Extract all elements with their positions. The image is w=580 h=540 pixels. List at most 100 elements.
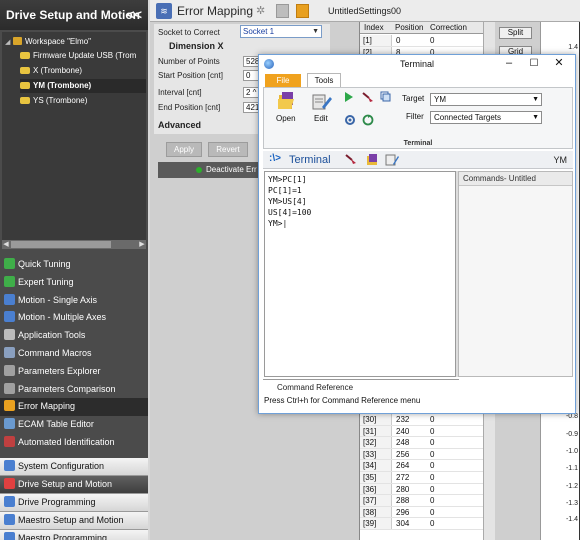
table-cell-correction[interactable]: 0 bbox=[428, 472, 482, 483]
table-row[interactable]: [35] 272 0 bbox=[360, 472, 484, 484]
column-header-position[interactable]: Position bbox=[395, 23, 423, 32]
table-cell-correction[interactable]: 0 bbox=[428, 449, 482, 460]
table-cell-correction[interactable]: 0 bbox=[428, 437, 482, 448]
play-icon[interactable] bbox=[344, 92, 354, 102]
scroll-left-icon[interactable]: ◀ bbox=[2, 240, 10, 249]
revert-button[interactable]: Revert bbox=[208, 142, 248, 157]
edit-button[interactable]: Edit bbox=[314, 114, 328, 123]
tool-item[interactable]: Expert Tuning bbox=[0, 274, 148, 292]
table-row[interactable]: [36] 280 0 bbox=[360, 483, 484, 496]
table-cell-index: [32] bbox=[360, 437, 392, 448]
open-file-icon[interactable] bbox=[365, 153, 379, 166]
group-2[interactable]: Drive Setup and Motion bbox=[0, 476, 148, 494]
tool-item[interactable]: Application Tools bbox=[0, 327, 148, 345]
tool-item[interactable]: Parameters Explorer bbox=[0, 363, 148, 381]
table-row[interactable]: [30] 232 0 bbox=[360, 414, 484, 426]
tool-item[interactable]: Motion - Multiple Axes bbox=[0, 309, 148, 327]
group-3[interactable]: Drive Programming bbox=[0, 494, 148, 512]
clear-icon[interactable] bbox=[345, 154, 357, 165]
edit-icon[interactable] bbox=[310, 91, 332, 111]
minimize-button[interactable]: – bbox=[502, 57, 516, 70]
table-cell-index: [34] bbox=[360, 460, 392, 471]
tool-item[interactable]: ECAM Table Editor bbox=[0, 416, 148, 434]
tree-item-ys[interactable]: YS (Trombone) bbox=[20, 94, 146, 108]
table-row[interactable]: [1] 0 0 bbox=[360, 35, 484, 47]
tool-label: Error Mapping bbox=[18, 401, 76, 412]
console-line: YM>PC[1] bbox=[268, 175, 307, 184]
collapse-sidebar-button[interactable]: << bbox=[127, 0, 142, 30]
maximize-button[interactable]: ☐ bbox=[527, 57, 541, 70]
table-cell-correction[interactable]: 0 bbox=[428, 507, 482, 518]
tab-tools[interactable]: Tools bbox=[307, 73, 341, 88]
group-5[interactable]: Maestro Programming bbox=[0, 530, 148, 540]
group-icon bbox=[4, 460, 15, 471]
table-cell-correction[interactable]: 0 bbox=[428, 414, 482, 425]
tab-file[interactable]: File bbox=[265, 74, 301, 88]
broom-icon[interactable] bbox=[362, 92, 374, 102]
tool-item[interactable]: Command Macros bbox=[0, 345, 148, 363]
column-header-index[interactable]: Index bbox=[364, 23, 384, 32]
socket-select[interactable]: Socket 1 ▼ bbox=[240, 25, 322, 38]
scrollbar-thumb[interactable] bbox=[11, 241, 111, 248]
table-cell-correction[interactable]: 0 bbox=[428, 35, 482, 46]
split-button[interactable]: Split bbox=[499, 27, 532, 39]
scroll-right-icon[interactable]: ▶ bbox=[138, 240, 146, 249]
close-button[interactable]: ✕ bbox=[552, 57, 566, 70]
table-cell-correction[interactable]: 0 bbox=[428, 460, 482, 471]
folder-icon bbox=[13, 37, 22, 45]
table-row[interactable]: [38] 296 0 bbox=[360, 506, 484, 519]
command-reference-hint: Press Ctrl+h for Command Reference menu bbox=[264, 396, 421, 405]
tree-item-workspace[interactable]: ◢ Workspace "Elmo" bbox=[5, 35, 145, 49]
table-cell-correction[interactable]: 0 bbox=[428, 484, 482, 495]
terminal-titlebar[interactable]: Terminal – ☐ ✕ bbox=[259, 55, 575, 73]
advanced-section[interactable]: Advanced bbox=[158, 120, 258, 130]
tool-icon bbox=[4, 258, 15, 269]
settings-icon[interactable] bbox=[344, 114, 356, 126]
collapse-arrow-icon[interactable]: ◢ bbox=[5, 36, 13, 49]
settings-name: UntitledSettings00 bbox=[328, 6, 402, 16]
filter-select[interactable]: Connected Targets ▼ bbox=[430, 111, 542, 124]
terminal-console[interactable]: YM>PC[1] PC[1]=1 YM>US[4] US[4]=100 YM>| bbox=[264, 171, 456, 377]
tool-item[interactable]: Automated Identification bbox=[0, 434, 148, 452]
table-cell-correction[interactable]: 0 bbox=[428, 518, 482, 529]
table-row[interactable]: [34] 264 0 bbox=[360, 460, 484, 472]
apply-button[interactable]: Apply bbox=[166, 142, 202, 157]
table-cell-correction[interactable]: 0 bbox=[428, 495, 482, 506]
table-cell-correction[interactable]: 0 bbox=[428, 426, 482, 437]
group-1[interactable]: System Configuration bbox=[0, 458, 148, 476]
copy-icon[interactable] bbox=[380, 91, 391, 102]
tool-item[interactable]: Parameters Comparison bbox=[0, 381, 148, 399]
tool-label: Automated Identification bbox=[18, 436, 115, 447]
target-select[interactable]: YM ▼ bbox=[430, 93, 542, 106]
tool-item[interactable]: Motion - Single Axis bbox=[0, 292, 148, 310]
tool-item[interactable]: Quick Tuning bbox=[0, 256, 148, 274]
table-row[interactable]: [33] 256 0 bbox=[360, 448, 484, 461]
tree-item-x[interactable]: X (Trombone) bbox=[20, 64, 146, 78]
group-icon bbox=[4, 532, 15, 540]
filter-value: Connected Targets bbox=[434, 113, 502, 122]
group-4[interactable]: Maestro Setup and Motion bbox=[0, 512, 148, 530]
field-label: End Position [cnt] bbox=[158, 103, 221, 112]
page-title: Error Mapping bbox=[177, 4, 254, 18]
chevron-down-icon: ▼ bbox=[532, 114, 539, 121]
pause-button[interactable] bbox=[296, 4, 309, 18]
tool-item[interactable]: Error Mapping bbox=[0, 398, 148, 417]
tree-item-ym[interactable]: YM (Trombone) bbox=[20, 79, 146, 93]
edit-script-icon[interactable] bbox=[385, 153, 399, 166]
column-header-correction[interactable]: Correction bbox=[430, 23, 467, 32]
tree-item-firmware-update[interactable]: Firmware Update USB (Trom bbox=[20, 49, 146, 63]
run-icon[interactable]: ✲ bbox=[256, 4, 269, 18]
table-row[interactable]: [37] 288 0 bbox=[360, 495, 484, 507]
y-tick-label: 1.4 bbox=[568, 44, 578, 51]
y-tick-label: -1.4 bbox=[565, 516, 578, 523]
tree-horizontal-scrollbar[interactable]: ◀ ▶ bbox=[2, 240, 146, 249]
table-row[interactable]: [31] 240 0 bbox=[360, 425, 484, 438]
refresh-icon[interactable] bbox=[362, 114, 374, 126]
tree-item-label: X (Trombone) bbox=[33, 66, 83, 75]
table-cell-index: [36] bbox=[360, 483, 392, 495]
stop-button[interactable] bbox=[276, 4, 289, 18]
open-icon[interactable] bbox=[276, 91, 298, 111]
table-row[interactable]: [39] 304 0 bbox=[360, 518, 484, 530]
table-row[interactable]: [32] 248 0 bbox=[360, 437, 484, 449]
open-button[interactable]: Open bbox=[276, 114, 296, 123]
